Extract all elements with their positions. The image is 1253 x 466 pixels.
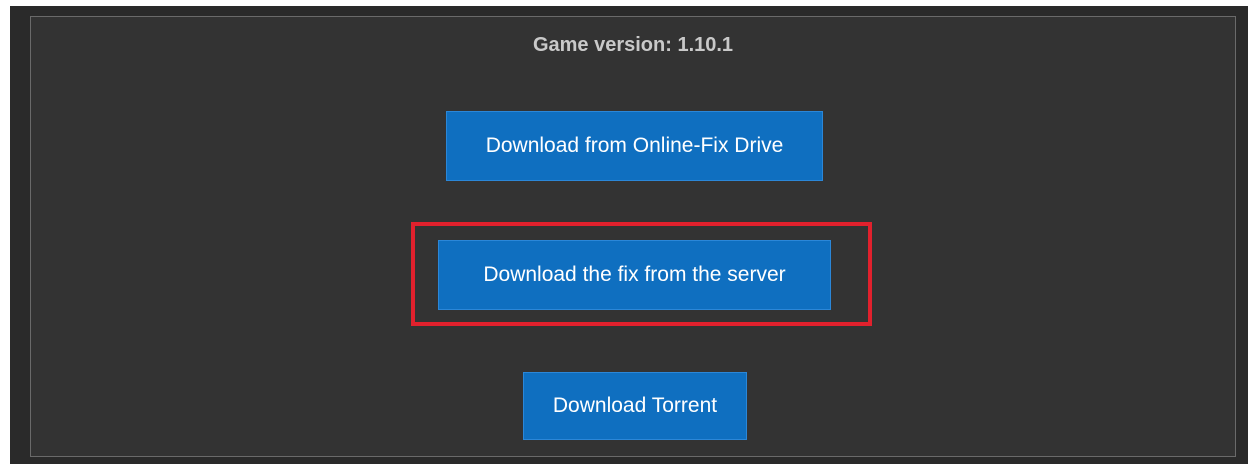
game-version-label: Game version: 1.10.1 (532, 34, 734, 56)
download-fix-from-server-button[interactable]: Download the fix from the server (438, 240, 831, 310)
download-torrent-button[interactable]: Download Torrent (523, 372, 747, 440)
download-online-fix-drive-button[interactable]: Download from Online-Fix Drive (446, 111, 823, 181)
